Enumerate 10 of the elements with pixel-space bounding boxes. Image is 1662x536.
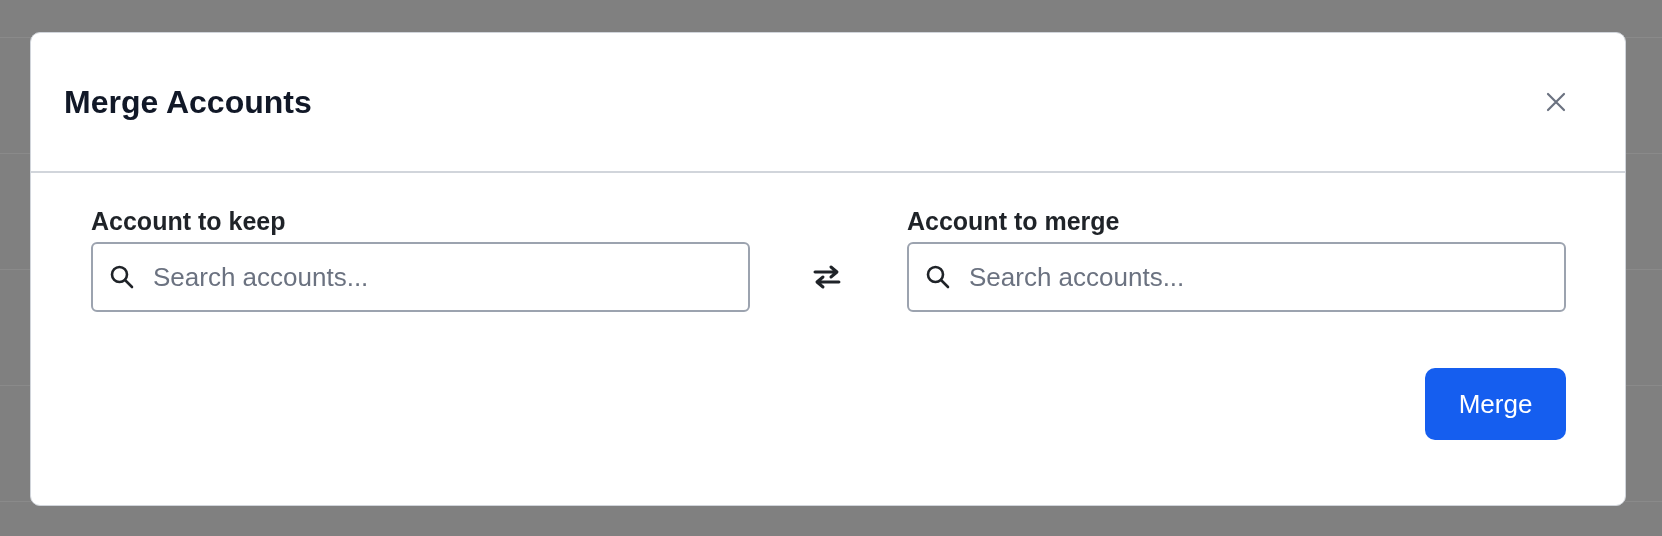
- merge-button[interactable]: Merge: [1425, 368, 1566, 440]
- search-field[interactable]: Search accounts...: [91, 242, 750, 312]
- search-icon: [109, 264, 135, 290]
- field-label: Account to keep: [91, 207, 287, 236]
- search-field[interactable]: Search accounts...: [906, 242, 1566, 312]
- close-icon: [1545, 91, 1567, 113]
- field-label: Account to merge: [906, 207, 1121, 236]
- search-icon: [924, 264, 951, 290]
- swap-icon: [812, 264, 842, 290]
- dialog-title: Merge Accounts: [64, 83, 312, 121]
